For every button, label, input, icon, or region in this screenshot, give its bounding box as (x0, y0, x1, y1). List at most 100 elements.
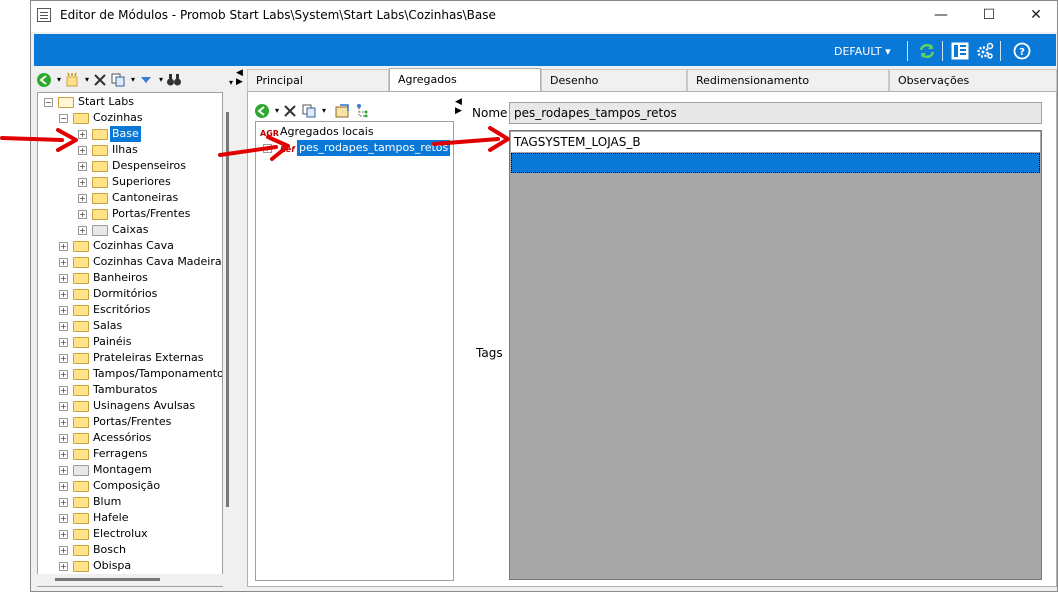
move-down-icon[interactable] (138, 72, 154, 88)
tree-item[interactable]: + Ferragens (40, 446, 220, 462)
expand-icon[interactable]: + (59, 546, 68, 555)
delete-icon[interactable] (92, 72, 108, 88)
close-button[interactable]: ✕ (1021, 5, 1051, 27)
copy-icon[interactable] (301, 103, 317, 119)
scroll-thumb[interactable] (55, 578, 160, 581)
expand-icon[interactable]: + (59, 434, 68, 443)
expand-icon[interactable]: + (78, 178, 87, 187)
tree-item[interactable]: + Obispa (40, 558, 220, 574)
tree-item[interactable]: + Blum (40, 494, 220, 510)
tree-item[interactable]: + Escritórios (40, 302, 220, 318)
tree-item[interactable]: + Acessórios (40, 430, 220, 446)
expand-icon[interactable]: + (78, 226, 87, 235)
expand-icon[interactable]: + (59, 258, 68, 267)
panel-collapse-arrows[interactable]: ◀ ▶ (236, 69, 246, 89)
tree-item-label: Dormitórios (93, 287, 158, 300)
new-item-icon[interactable] (64, 72, 80, 88)
maximize-button[interactable]: ☐ (974, 5, 1004, 27)
tree-item[interactable]: + Tamburatos (40, 382, 220, 398)
tree-item[interactable]: + Hafele (40, 510, 220, 526)
nome-field[interactable]: pes_rodapes_tampos_retos (509, 102, 1042, 124)
tree-item[interactable]: + Cozinhas Cava Madeira (40, 254, 222, 270)
module-tree: − Start Labs − Cozinhas + Base + Ilhas + Despen… (37, 92, 223, 587)
layout-panel-icon[interactable] (951, 42, 969, 60)
expand-icon[interactable]: + (59, 450, 68, 459)
tab-0[interactable]: Principal (247, 69, 389, 91)
tag-row[interactable]: TAGSYSTEM_LOJAS_B (511, 132, 1040, 152)
expand-icon[interactable]: + (59, 514, 68, 523)
copy-icon[interactable] (110, 72, 126, 88)
tab-strip: Principal Agregados Desenho Redimensionamen… (247, 68, 1057, 92)
folder-icon (73, 369, 89, 380)
back-icon[interactable] (254, 103, 270, 119)
expand-icon[interactable]: + (78, 162, 87, 171)
edit-properties-icon[interactable] (334, 103, 350, 119)
tree-item[interactable]: + Cantoneiras (40, 190, 220, 206)
expand-icon[interactable]: + (59, 354, 68, 363)
delete-icon[interactable] (282, 103, 298, 119)
tree-root[interactable]: − Start Labs (40, 94, 220, 110)
expand-icon[interactable]: + (59, 322, 68, 331)
expand-icon[interactable]: + (59, 466, 68, 475)
expand-icon[interactable]: + (59, 562, 68, 571)
tree-item[interactable]: + Banheiros (40, 270, 220, 286)
tree-item[interactable]: + Bosch (40, 542, 220, 558)
expand-icon[interactable]: + (59, 482, 68, 491)
tree-item-label: Montagem (93, 463, 152, 476)
tab-3[interactable]: Redimensionamento (687, 69, 889, 91)
tree-item[interactable]: + Painéis (40, 334, 220, 350)
expand-icon[interactable]: + (59, 370, 68, 379)
expand-icon[interactable]: + (59, 418, 68, 427)
tab-2[interactable]: Desenho (541, 69, 687, 91)
binoculars-icon[interactable] (166, 72, 182, 88)
tree-item[interactable]: + Portas/Frentes (40, 414, 220, 430)
tree-horizontal-scrollbar[interactable] (37, 574, 223, 586)
tree-item[interactable]: + Tampos/Tamponamento (40, 366, 222, 382)
expand-icon[interactable]: + (59, 306, 68, 315)
expand-icon[interactable]: + (59, 386, 68, 395)
tree-item[interactable]: + Portas/Frentes (40, 206, 220, 222)
expand-icon[interactable]: + (78, 210, 87, 219)
tree-item[interactable]: + Caixas (40, 222, 220, 238)
expand-icon[interactable]: + (59, 274, 68, 283)
tree-item-label: Tamburatos (93, 383, 158, 396)
expand-icon[interactable]: + (59, 242, 68, 251)
expand-icon[interactable]: + (59, 402, 68, 411)
help-icon[interactable]: ? (1013, 42, 1031, 60)
tag-row-new[interactable] (511, 153, 1040, 173)
expand-icon[interactable]: + (59, 530, 68, 539)
tree-item-label: Blum (93, 495, 122, 508)
tree-item[interactable]: + Electrolux (40, 526, 220, 542)
tree-item[interactable]: + Montagem (40, 462, 220, 478)
tree-item[interactable]: + Prateleiras Externas (40, 350, 220, 366)
tree-item[interactable]: + Cozinhas Cava (40, 238, 220, 254)
collapse-icon[interactable]: − (44, 98, 53, 107)
expand-icon[interactable]: + (59, 338, 68, 347)
tree-item[interactable]: + Despenseiros (40, 158, 220, 174)
hierarchy-icon[interactable] (354, 103, 370, 119)
settings-gears-icon[interactable] (976, 42, 994, 60)
expand-icon[interactable]: + (59, 498, 68, 507)
tree-item[interactable]: + Dormitórios (40, 286, 220, 302)
expand-icon[interactable]: + (59, 290, 68, 299)
tree-item[interactable]: + Superiores (40, 174, 220, 190)
tree-item[interactable]: − Cozinhas (40, 110, 220, 126)
panel-collapse-arrows[interactable]: ◀ ▶ (455, 98, 465, 118)
expand-icon[interactable]: + (78, 194, 87, 203)
refresh-icon[interactable] (918, 42, 936, 60)
tree-item[interactable]: + Usinagens Avulsas (40, 398, 220, 414)
nome-label: Nome (472, 106, 508, 120)
tab-1[interactable]: Agregados (389, 68, 541, 92)
folder-icon (92, 161, 108, 172)
back-icon[interactable] (36, 72, 52, 88)
tree-item[interactable]: + Composição (40, 478, 220, 494)
tab-4[interactable]: Observações (889, 69, 1057, 91)
minimize-button[interactable]: — (926, 5, 956, 27)
profile-dropdown[interactable]: DEFAULT ▾ (834, 45, 891, 58)
scroll-thumb[interactable] (226, 112, 229, 507)
tree-item[interactable]: + Salas (40, 318, 220, 334)
folder-icon (73, 337, 89, 348)
dropdown-arrow-icon[interactable]: ▾ (316, 103, 332, 119)
collapse-icon[interactable]: − (59, 114, 68, 123)
tags-list[interactable]: TAGSYSTEM_LOJAS_B (509, 130, 1042, 580)
